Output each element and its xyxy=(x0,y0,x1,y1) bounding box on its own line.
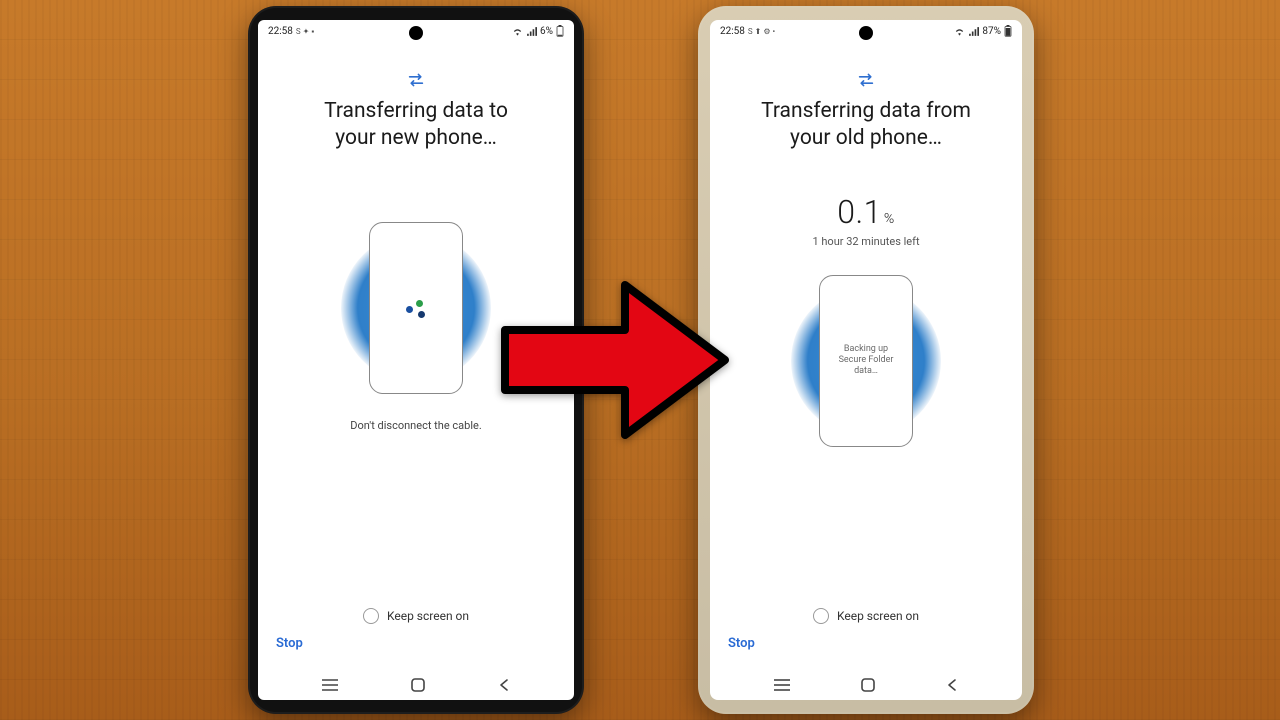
stop-button[interactable]: Stop xyxy=(728,636,755,651)
page-title: Transferring data to your new phone… xyxy=(324,98,508,153)
stop-button[interactable]: Stop xyxy=(276,636,303,651)
bottom-bar: Stop xyxy=(258,634,574,670)
keep-screen-on-toggle[interactable]: Keep screen on xyxy=(363,608,469,624)
progress-unit: % xyxy=(884,211,895,227)
progress-value: 0.1 xyxy=(837,193,882,231)
status-time: 22:58 xyxy=(268,26,293,37)
status-battery: 6% xyxy=(540,26,553,37)
camera-punch-hole xyxy=(409,26,423,40)
wifi-icon xyxy=(512,27,523,36)
nav-home-icon[interactable] xyxy=(410,677,426,693)
nav-recents-icon[interactable] xyxy=(773,678,791,692)
nav-recents-icon[interactable] xyxy=(321,678,339,692)
android-navbar xyxy=(258,670,574,700)
radio-unchecked-icon xyxy=(813,608,829,624)
keep-screen-label: Keep screen on xyxy=(837,609,919,623)
bottom-bar: Stop xyxy=(710,634,1022,670)
phone-outline-graphic: Backing up Secure Folder data… xyxy=(819,275,913,447)
battery-icon xyxy=(1004,25,1012,37)
status-indicators: S ✦ ▪ xyxy=(296,27,314,36)
battery-icon xyxy=(556,25,564,37)
camera-punch-hole xyxy=(859,26,873,40)
status-indicators: S ⬆ ⚙ • xyxy=(748,27,775,36)
transfer-visual xyxy=(316,213,516,403)
keep-screen-label: Keep screen on xyxy=(387,609,469,623)
backup-status-text: Backing up Secure Folder data… xyxy=(833,344,900,378)
screen-new: 22:58 S ⬆ ⚙ • 87% Transferring data from… xyxy=(710,20,1022,700)
android-navbar xyxy=(710,670,1022,700)
wifi-icon xyxy=(954,27,965,36)
loading-dots-icon xyxy=(404,296,428,320)
nav-home-icon[interactable] xyxy=(860,677,876,693)
nav-back-icon[interactable] xyxy=(497,678,511,692)
keep-screen-on-toggle[interactable]: Keep screen on xyxy=(813,608,919,624)
signal-icon xyxy=(968,27,979,36)
radio-unchecked-icon xyxy=(363,608,379,624)
arrow-right-icon xyxy=(495,270,735,450)
nav-back-icon[interactable] xyxy=(945,678,959,692)
signal-icon xyxy=(526,27,537,36)
page-title: Transferring data from your old phone… xyxy=(761,98,971,153)
status-battery: 87% xyxy=(982,26,1001,37)
status-time: 22:58 xyxy=(720,26,745,37)
scene: 22:58 S ✦ ▪ 6% Transferring data to your… xyxy=(0,0,1280,720)
time-remaining: 1 hour 32 minutes left xyxy=(812,235,919,248)
phone-outline-graphic xyxy=(369,222,463,394)
transfer-icon xyxy=(406,72,426,88)
transfer-icon xyxy=(856,72,876,88)
progress-percentage: 0.1% xyxy=(837,193,895,231)
content-new: Transferring data from your old phone… 0… xyxy=(710,42,1022,634)
phone-new: 22:58 S ⬆ ⚙ • 87% Transferring data from… xyxy=(698,6,1034,714)
transfer-visual: Backing up Secure Folder data… xyxy=(766,266,966,456)
hint-text: Don't disconnect the cable. xyxy=(350,419,481,432)
